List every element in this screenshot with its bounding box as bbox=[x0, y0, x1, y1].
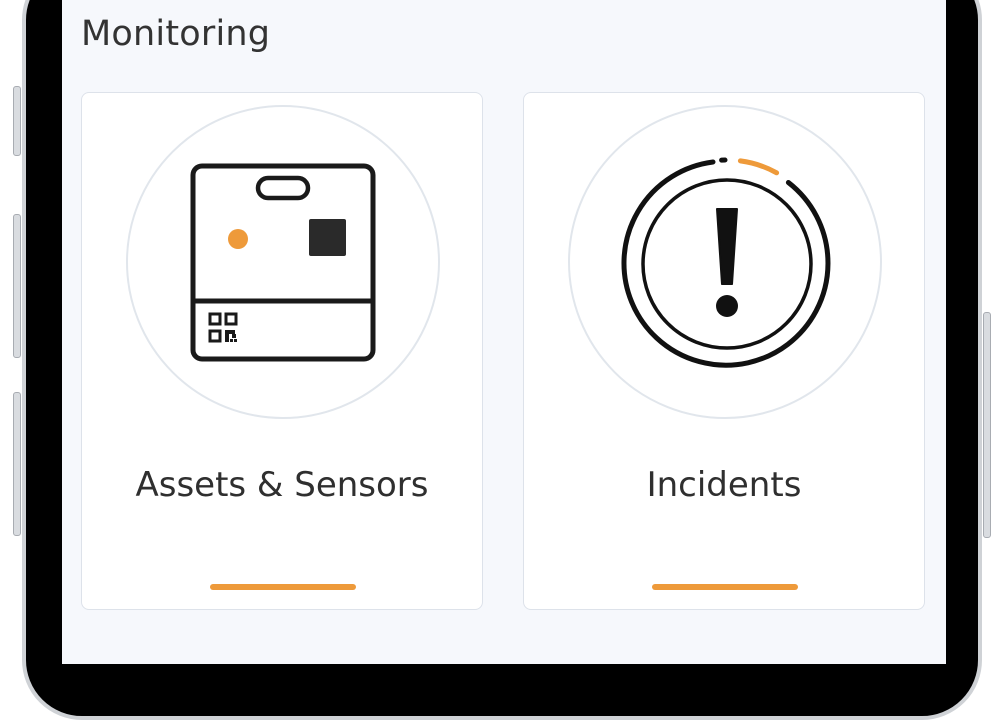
sensor-dot bbox=[228, 229, 248, 249]
app-screen: Monitoring Assets & Sensors Incidents bbox=[62, 0, 946, 664]
asset-sensor-device-icon bbox=[190, 163, 376, 362]
phone-side-button-power bbox=[983, 312, 991, 538]
incidents-accent-bar bbox=[652, 584, 798, 590]
assets-sensors-tile[interactable]: Assets & Sensors bbox=[81, 92, 483, 610]
incidents-icon-circle bbox=[568, 105, 882, 419]
phone-side-button-volume-down bbox=[13, 392, 21, 536]
phone-side-button-mute bbox=[13, 86, 21, 156]
incidents-label: Incidents bbox=[646, 465, 802, 505]
assets-sensors-label: Assets & Sensors bbox=[135, 465, 429, 505]
assets-icon-circle bbox=[126, 105, 440, 419]
incidents-tile[interactable]: Incidents bbox=[523, 92, 925, 610]
incident-alert-icon bbox=[621, 157, 831, 368]
phone-side-button-volume-up bbox=[13, 214, 21, 358]
assets-sensors-accent-bar bbox=[210, 584, 356, 590]
section-title: Monitoring bbox=[81, 14, 271, 54]
